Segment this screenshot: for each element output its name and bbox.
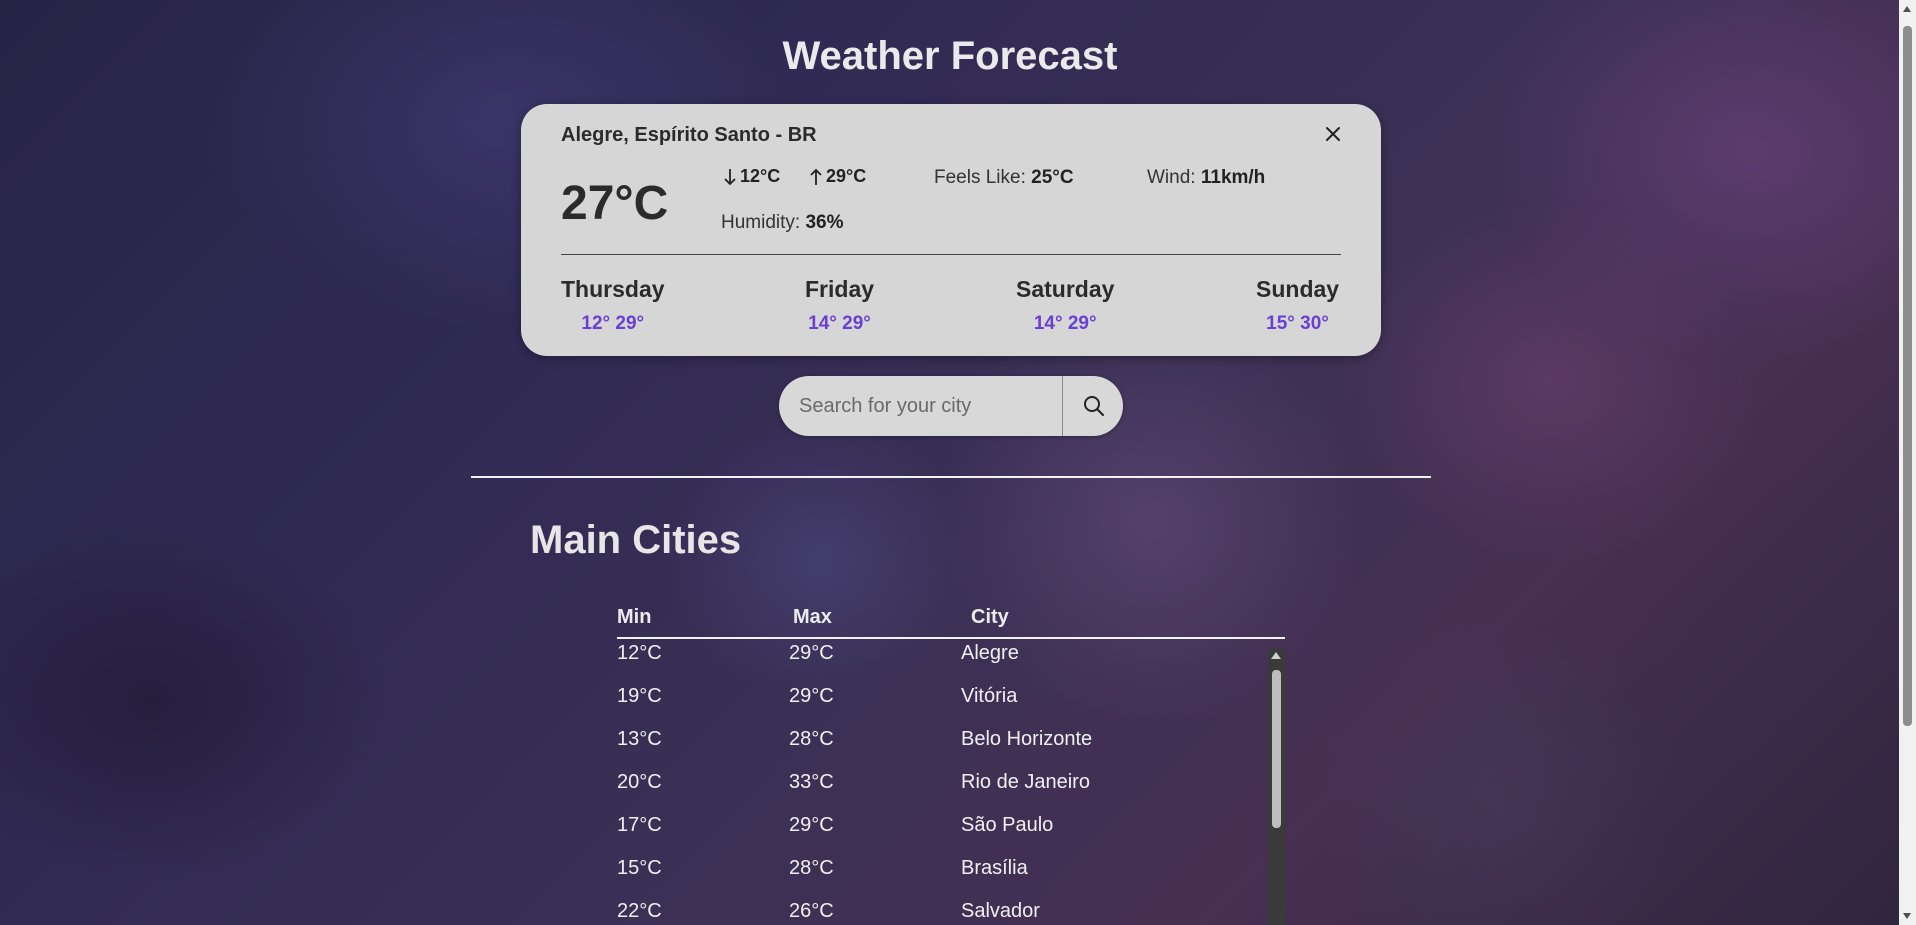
column-header-min: Min <box>617 606 652 628</box>
row-max: 29°C <box>789 814 834 836</box>
row-max: 33°C <box>789 771 834 793</box>
table-row: 13°C 28°C Belo Horizonte <box>617 726 1268 769</box>
table-row: 19°C 29°C Vitória <box>617 683 1268 726</box>
cities-scrollbar[interactable] <box>1268 648 1285 925</box>
row-max: 28°C <box>789 728 834 750</box>
forecast-day-name: Sunday <box>1256 276 1340 302</box>
forecast-day-name: Thursday <box>561 276 665 302</box>
table-row: 22°C 26°C Salvador <box>617 898 1268 925</box>
table-row: 20°C 33°C Rio de Janeiro <box>617 769 1268 812</box>
row-max: 29°C <box>789 685 834 707</box>
row-max: 28°C <box>789 857 834 879</box>
forecast-day: Thursday 12° 29° <box>561 276 665 335</box>
weather-card: Alegre, Espírito Santo - BR 27°C 12°C 29… <box>521 104 1381 356</box>
search-input[interactable] <box>779 376 1062 436</box>
row-city: Brasília <box>961 857 1028 879</box>
row-max: 29°C <box>789 642 834 664</box>
forecast-day-temps: 14° 29° <box>808 313 871 334</box>
wind-value: 11km/h <box>1200 167 1266 188</box>
page-scrollbar-thumb[interactable] <box>1903 26 1912 726</box>
scroll-down-arrow-icon[interactable] <box>1903 913 1911 919</box>
table-row: 15°C 28°C Brasília <box>617 855 1268 898</box>
row-min: 17°C <box>617 814 662 836</box>
forecast-day: Friday 14° 29° <box>805 276 874 335</box>
feels-like-value: 25°C <box>1031 167 1074 188</box>
current-temperature: 27°C <box>561 177 669 230</box>
forecast-day-temps: 15° 30° <box>1266 313 1329 334</box>
min-temperature: 12°C <box>723 166 780 187</box>
feels-like-label: Feels Like: <box>934 167 1026 188</box>
row-city: Belo Horizonte <box>961 728 1093 750</box>
row-city: Alegre <box>961 642 1019 664</box>
column-header-max: Max <box>793 606 832 628</box>
scrollbar-thumb[interactable] <box>1272 670 1281 828</box>
row-min: 15°C <box>617 857 662 879</box>
forecast-day-temps: 14° 29° <box>1033 313 1097 334</box>
row-min: 12°C <box>617 642 662 664</box>
forecast-day: Saturday 14° 29° <box>1016 276 1114 335</box>
arrow-down-icon <box>724 168 736 185</box>
table-row: 12°C 29°C Alegre <box>617 640 1268 683</box>
location-name: Alegre, Espírito Santo - BR <box>561 124 817 146</box>
column-header-city: City <box>971 606 1009 628</box>
page-title: Weather Forecast <box>782 34 1118 78</box>
row-max: 26°C <box>789 900 834 922</box>
table-header-divider <box>617 637 1285 639</box>
main-cities-title: Main Cities <box>530 518 742 562</box>
row-city: Rio de Janeiro <box>961 771 1090 793</box>
humidity-value: 36% <box>805 212 844 233</box>
cities-table-body: 12°C 29°C Alegre 19°C 29°C Vitória 13°C … <box>617 640 1268 925</box>
max-temperature-value: 29°C <box>826 166 867 186</box>
feels-like: Feels Like: 25°C <box>934 167 1074 189</box>
row-min: 22°C <box>617 900 662 922</box>
humidity: Humidity: 36% <box>721 212 844 234</box>
forecast-day-name: Saturday <box>1016 276 1115 302</box>
row-city: Salvador <box>961 900 1040 922</box>
row-min: 19°C <box>617 685 662 707</box>
wind-label: Wind: <box>1147 167 1196 188</box>
search-button[interactable] <box>1062 376 1123 436</box>
row-min: 20°C <box>617 771 662 793</box>
forecast-day: Sunday 15° 30° <box>1256 276 1339 335</box>
max-temperature: 29°C <box>809 166 866 187</box>
arrow-up-icon <box>810 168 822 185</box>
close-button[interactable] <box>1321 122 1345 146</box>
scroll-up-arrow-icon[interactable] <box>1271 652 1281 659</box>
forecast-day-name: Friday <box>805 276 875 302</box>
row-min: 13°C <box>617 728 662 750</box>
min-temperature-value: 12°C <box>740 166 781 186</box>
humidity-label: Humidity: <box>721 212 801 233</box>
card-divider <box>561 254 1341 255</box>
row-city: São Paulo <box>961 814 1054 836</box>
scroll-up-arrow-icon[interactable] <box>1903 6 1911 12</box>
table-row: 17°C 29°C São Paulo <box>617 812 1268 855</box>
row-city: Vitória <box>961 685 1018 707</box>
forecast-day-temps: 12° 29° <box>581 313 645 334</box>
section-divider <box>471 476 1431 478</box>
page-scrollbar[interactable] <box>1899 0 1916 925</box>
wind: Wind: 11km/h <box>1147 167 1265 189</box>
search-icon <box>1083 396 1104 416</box>
city-search <box>779 376 1123 436</box>
close-icon <box>1326 127 1340 141</box>
